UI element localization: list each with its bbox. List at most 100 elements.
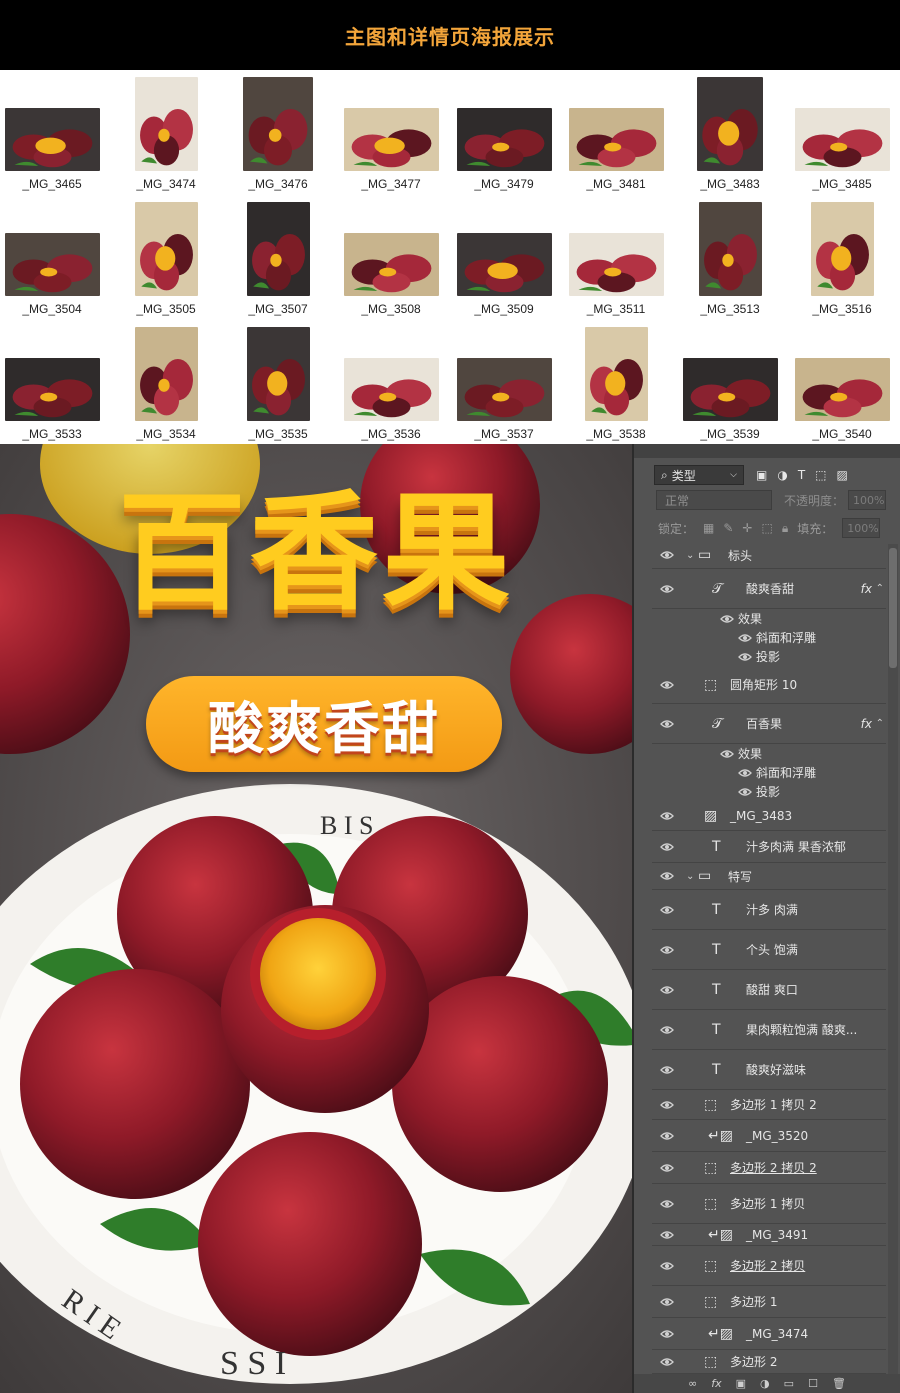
layer-effect-row[interactable]: 投影 [652,647,886,666]
layer-row[interactable]: 𝒯 百香果 fx ⌃ [652,704,886,744]
visibility-eye-icon[interactable] [660,1355,674,1369]
trash-icon[interactable]: 🗑︎ [832,1377,846,1390]
layer-row[interactable]: T 酸甜 爽口 [652,970,886,1010]
add-mask-icon[interactable]: ▣ [736,1377,746,1390]
layer-row[interactable]: 𝒯 酸爽香甜 fx ⌃ [652,569,886,609]
layer-filter-select[interactable]: ⌕ 类型 ⌵ [654,465,744,485]
layer-row[interactable]: ⬚ 多边形 1 [652,1286,886,1318]
thumbnail-label: _MG_3504 [22,302,82,316]
layer-row[interactable]: ⬚ 圆角矩形 10 [652,666,886,704]
visibility-eye-icon[interactable] [660,943,674,957]
visibility-eye-icon[interactable] [660,1295,674,1309]
lock-row: 锁定： ▦ ✎ ✛ ⬚ 🔒︎ 填充： 100% [658,518,881,538]
header-title: 主图和详情页海报展示 [345,24,555,49]
visibility-eye-icon[interactable] [660,1129,674,1143]
visibility-eye-icon[interactable] [738,785,752,799]
visibility-eye-icon[interactable] [660,1259,674,1273]
visibility-eye-icon[interactable] [660,840,674,854]
layer-name: 特写 [728,869,753,884]
fx-icon[interactable]: fx [711,1377,721,1390]
layer-row[interactable]: ⬚ 多边形 2 拷贝 [652,1246,886,1286]
smart-object-filter-icon[interactable]: ▨ [837,468,848,482]
visibility-eye-icon[interactable] [660,809,674,823]
visibility-eye-icon[interactable] [660,1228,674,1242]
layer-effect-row[interactable]: 斜面和浮雕 [652,763,886,782]
link-layers-icon[interactable]: ∞ [688,1377,697,1390]
fx-icon[interactable]: fx [861,717,872,731]
adjustment-filter-icon[interactable]: ◑ [777,468,787,482]
layer-effect-row[interactable]: 效果 [652,609,886,628]
thumbnail-image [343,233,439,296]
lock-artboard-icon[interactable]: ⬚ [761,521,772,535]
layer-name: 效果 [738,747,763,761]
new-group-icon[interactable]: ▭ [784,1377,794,1390]
layer-row[interactable]: ▨ _MG_3483 [652,801,886,831]
chevron-down-icon[interactable]: ⌄ [686,550,694,561]
thumbnail-label: _MG_3481 [586,177,646,191]
new-layer-icon[interactable]: ☐ [808,1377,818,1390]
adjustment-layer-icon[interactable]: ◑ [760,1377,770,1390]
layer-row[interactable]: ⬚ 多边形 1 拷贝 2 [652,1090,886,1120]
layer-scrollbar-thumb[interactable] [889,548,897,668]
plate-text-top: B I S [320,811,373,840]
layer-effect-row[interactable]: 投影 [652,782,886,801]
visibility-eye-icon[interactable] [660,1327,674,1341]
thumbnail-label: _MG_3477 [361,177,421,191]
visibility-eye-icon[interactable] [660,717,674,731]
chevron-up-icon[interactable]: ⌃ [876,718,884,729]
layer-row[interactable]: T 酸爽好滋味 [652,1050,886,1090]
shape-layer-icon: ⬚ [704,1257,718,1274]
lock-transparent-icon[interactable]: ▦ [703,521,714,535]
visibility-eye-icon[interactable] [660,582,674,596]
layer-name: 百香果 [746,717,783,731]
fx-icon[interactable]: fx [861,582,872,596]
thumbnail-label: _MG_3533 [22,427,82,441]
visibility-eye-icon[interactable] [720,612,734,626]
shape-filter-icon[interactable]: ⬚ [815,468,826,482]
layer-row[interactable]: T 果肉颗粒饱满 酸爽... [652,1010,886,1050]
blend-mode-select[interactable]: 正常 [656,490,772,510]
layer-scrollbar-track[interactable] [888,544,898,1374]
visibility-eye-icon[interactable] [660,1023,674,1037]
layer-row[interactable]: T 汁多肉满 果香浓郁 [652,831,886,863]
layer-effect-row[interactable]: 效果 [652,744,886,763]
layer-row[interactable]: ↵▨ _MG_3474 [652,1318,886,1350]
layer-row[interactable]: ↵▨ _MG_3520 [652,1120,886,1152]
layer-row[interactable]: ⬚ 多边形 2 [652,1350,886,1374]
visibility-eye-icon[interactable] [738,766,752,780]
layer-name: 多边形 1 拷贝 [730,1197,806,1211]
visibility-eye-icon[interactable] [660,548,674,562]
visibility-eye-icon[interactable] [660,903,674,917]
visibility-eye-icon[interactable] [660,1161,674,1175]
opacity-input[interactable]: 100% [848,490,887,510]
thumbnail-image [697,77,763,171]
layer-group-row[interactable]: ⌄ ▭ 特写 [652,863,886,890]
layer-row[interactable]: ⬚ 多边形 2 拷贝 2 [652,1152,886,1184]
lock-all-icon[interactable]: 🔒︎ [782,521,788,536]
chevron-down-icon[interactable]: ⌄ [686,871,694,882]
lock-move-icon[interactable]: ✛ [742,521,752,535]
thumbnail-image [794,358,890,421]
thumbnail-grid: _MG_3465 _MG_3474 _MG_3476 _MG_3477 _MG_3479… [0,70,900,444]
image-filter-icon[interactable]: ▣ [756,468,767,482]
visibility-eye-icon[interactable] [660,678,674,692]
layer-row[interactable]: ⬚ 多边形 1 拷贝 [652,1184,886,1224]
chevron-up-icon[interactable]: ⌃ [876,583,884,594]
visibility-eye-icon[interactable] [660,869,674,883]
thumbnail-label: _MG_3516 [812,302,872,316]
layer-row[interactable]: T 汁多 肉满 [652,890,886,930]
layer-effect-row[interactable]: 斜面和浮雕 [652,628,886,647]
layer-row[interactable]: T 个头 饱满 [652,930,886,970]
visibility-eye-icon[interactable] [738,631,752,645]
layer-group-row[interactable]: ⌄ ▭ 标头 [652,542,886,569]
layer-row[interactable]: ↵▨ _MG_3491 [652,1224,886,1246]
text-filter-icon[interactable]: T [798,468,805,482]
visibility-eye-icon[interactable] [660,1063,674,1077]
visibility-eye-icon[interactable] [660,983,674,997]
fill-input[interactable]: 100% [842,518,881,538]
visibility-eye-icon[interactable] [660,1197,674,1211]
visibility-eye-icon[interactable] [660,1098,674,1112]
visibility-eye-icon[interactable] [738,650,752,664]
visibility-eye-icon[interactable] [720,747,734,761]
lock-paint-icon[interactable]: ✎ [723,521,733,535]
